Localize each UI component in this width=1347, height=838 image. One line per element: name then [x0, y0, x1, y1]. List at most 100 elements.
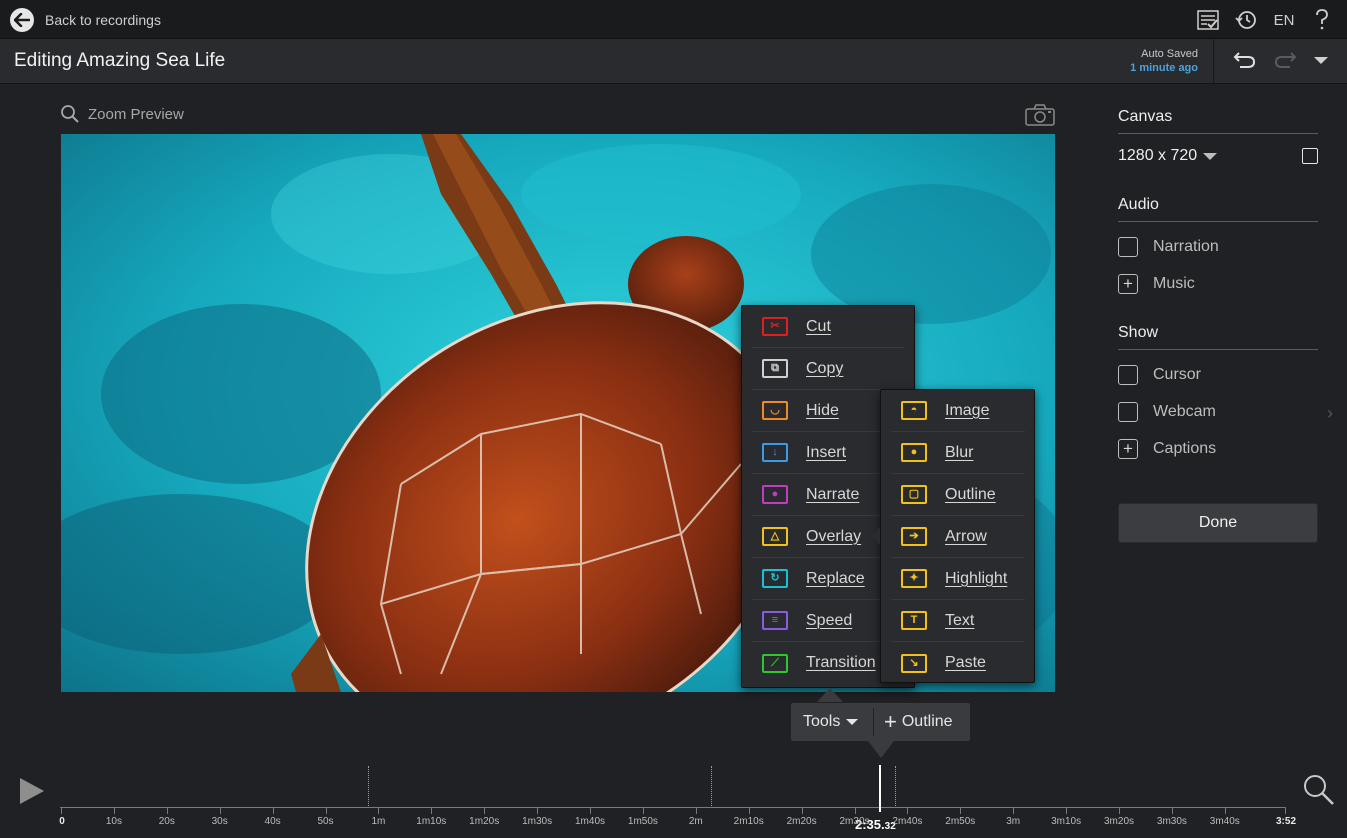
tick-mark — [537, 808, 539, 814]
checkbox[interactable] — [1118, 364, 1138, 385]
redo-icon[interactable] — [1272, 49, 1298, 76]
menu-item-label: Speed — [806, 611, 853, 629]
plus-icon[interactable]: + — [1118, 438, 1138, 459]
playhead[interactable] — [879, 765, 881, 812]
back-arrow-icon — [10, 8, 34, 32]
tick-label: 3m20s — [1103, 816, 1135, 827]
playhead-pointer — [868, 741, 894, 758]
tick-label: 2m10s — [733, 816, 764, 827]
tick-mark — [695, 808, 697, 814]
menu-item-image[interactable]: ◓ Image — [891, 390, 1025, 432]
menu-item-paste[interactable]: ↘ Paste — [891, 642, 1025, 684]
play-icon — [20, 778, 44, 804]
tick-mark — [484, 808, 486, 814]
menu-item-arrow[interactable]: ➔ Arrow — [891, 516, 1025, 558]
menu-item-label: Replace — [806, 569, 865, 587]
overlay-submenu: ◓ Image ● Blur ▢ Outline ➔ Arrow ✦ Highl… — [880, 389, 1035, 683]
canvas-color-swatch[interactable] — [1302, 148, 1318, 164]
menu-item-label: Hide — [806, 401, 839, 419]
help-icon[interactable] — [1309, 8, 1335, 32]
marker-line — [368, 766, 369, 808]
menu-item-blur[interactable]: ● Blur — [891, 432, 1025, 474]
tick-label: 1m20s — [469, 816, 500, 827]
menu-item-label: Copy — [806, 359, 844, 377]
music-option[interactable]: + Music — [1118, 265, 1318, 302]
add-outline-button[interactable]: + Outline — [874, 703, 953, 741]
tick-label: 1m50s — [627, 816, 658, 827]
webcam-option[interactable]: Webcam — [1118, 393, 1318, 430]
autosave-label: Auto Saved — [1141, 48, 1198, 60]
top-bar: Back to recordings EN — [0, 0, 1347, 39]
text-icon: T — [901, 611, 927, 630]
menu-item-overlay[interactable]: △ Overlay — [752, 516, 880, 558]
narration-option[interactable]: Narration — [1118, 228, 1318, 265]
tick-label: 40s — [264, 816, 281, 827]
tick-mark — [1013, 808, 1015, 814]
insert-icon: ↓ — [762, 443, 788, 462]
menu-item-label: Highlight — [945, 569, 1008, 587]
captions-label: Captions — [1153, 439, 1217, 457]
tick-mark — [272, 808, 274, 814]
menu-item-replace[interactable]: ↻ Replace — [752, 558, 880, 600]
tick-label: 2m40s — [892, 816, 923, 827]
zoom-preview-label: Zoom Preview — [88, 105, 184, 123]
settings-panel: Canvas 1280 x 720 Audio Narration + Musi… — [1118, 108, 1318, 467]
undo-icon[interactable] — [1232, 49, 1258, 76]
music-label: Music — [1153, 274, 1195, 292]
checkbox[interactable] — [1118, 236, 1138, 257]
replace-icon: ↻ — [762, 569, 788, 588]
menu-item-hide[interactable]: ◡ Hide — [752, 390, 880, 432]
timeline-zoom-button[interactable] — [1302, 773, 1336, 812]
more-dropdown-icon[interactable] — [1312, 49, 1330, 76]
zoom-preview-button[interactable]: Zoom Preview — [60, 104, 184, 124]
highlight-star-icon: ✦ — [901, 569, 927, 588]
menu-item-label: Blur — [945, 443, 974, 461]
tick-label: 1m30s — [522, 816, 553, 827]
history-icon[interactable] — [1233, 8, 1259, 32]
resolution-value: 1280 x 720 — [1118, 147, 1198, 164]
plus-icon[interactable]: + — [1118, 273, 1138, 294]
camera-icon[interactable] — [1025, 104, 1055, 131]
end-time-label: 3:52 — [1275, 816, 1297, 827]
eye-closed-icon: ◡ — [762, 401, 788, 420]
captions-option[interactable]: + Captions — [1118, 430, 1318, 467]
play-button[interactable] — [18, 776, 46, 811]
menu-item-outline[interactable]: ▢ Outline — [891, 474, 1025, 516]
tick-mark — [1285, 808, 1286, 814]
menu-item-highlight[interactable]: ✦ Highlight — [891, 558, 1025, 600]
tick-label: 1m40s — [574, 816, 606, 827]
menu-item-speed[interactable]: ≡ Speed — [752, 600, 880, 642]
narrate-icon: ● — [762, 485, 788, 504]
tick-mark — [1171, 808, 1173, 814]
speed-icon: ≡ — [762, 611, 788, 630]
menu-item-label: Paste — [945, 654, 986, 671]
tools-label: Tools — [803, 713, 841, 730]
checklist-icon[interactable] — [1195, 8, 1221, 32]
tick-label: 1m — [371, 816, 386, 827]
tick-label: 3m10s — [1051, 816, 1082, 827]
tick-label: 2m20s — [786, 816, 817, 827]
webcam-label: Webcam — [1153, 402, 1216, 420]
search-icon — [1304, 775, 1334, 805]
resolution-dropdown[interactable]: 1280 x 720 — [1118, 147, 1218, 165]
language-selector[interactable]: EN — [1271, 8, 1297, 32]
checkbox[interactable] — [1118, 401, 1138, 422]
tick-mark — [1066, 808, 1068, 814]
menu-item-cut[interactable]: ✂ Cut — [752, 306, 904, 348]
back-to-recordings-button[interactable]: Back to recordings — [10, 7, 161, 33]
cursor-option[interactable]: Cursor — [1118, 356, 1318, 393]
menu-item-copy[interactable]: ⧉ Copy — [752, 348, 904, 390]
menu-item-insert[interactable]: ↓ Insert — [752, 432, 880, 474]
done-button[interactable]: Done — [1118, 503, 1318, 543]
menu-item-text[interactable]: T Text — [891, 600, 1025, 642]
timeline[interactable]: 2:35.32 0 10s 20s 30s 40s 50s 1m 1m10s 1m20s 1m30… — [0, 758, 1347, 838]
tick-label: 3m — [1006, 816, 1021, 827]
outline-icon: ▢ — [901, 485, 927, 504]
menu-item-label: Overlay — [806, 527, 862, 545]
menu-item-transition[interactable]: ⟋ Transition — [752, 642, 880, 684]
tick-mark — [960, 808, 962, 814]
blur-drop-icon: ● — [901, 443, 927, 462]
menu-item-narrate[interactable]: ● Narrate — [752, 474, 880, 516]
tick-mark — [854, 808, 856, 814]
tools-dropdown-button[interactable]: Tools — [791, 703, 873, 741]
